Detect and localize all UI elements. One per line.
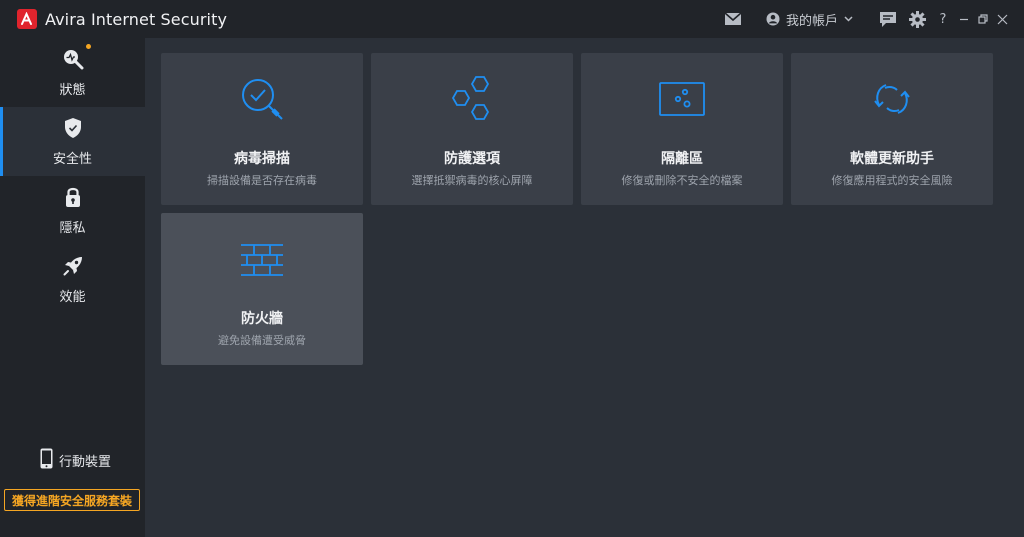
card-quarantine[interactable]: 隔離區 修復或刪除不安全的檔案 [581,53,783,205]
status-icon [62,48,84,70]
firewall-icon [161,235,363,283]
card-title: 防火牆 [241,311,283,327]
account-icon [766,12,780,26]
sidebar-item-security[interactable]: 安全性 [0,107,145,176]
sidebar-item-privacy[interactable]: 隱私 [0,176,145,245]
sidebar-item-label: 隱私 [59,220,86,236]
app-title: Avira Internet Security [45,9,228,29]
rocket-icon [62,255,84,277]
mobile-label: 行動裝置 [59,455,112,470]
sidebar-item-performance[interactable]: 效能 [0,245,145,314]
shield-icon [62,117,84,139]
account-menu[interactable]: 我的帳戶 [766,10,853,29]
card-description: 修復或刪除不安全的檔案 [621,174,743,187]
restore-icon[interactable] [978,14,988,24]
quarantine-icon [581,75,783,123]
card-software-updater[interactable]: 軟體更新助手 修復應用程式的安全風險 [791,53,993,205]
sidebar: 狀態 安全性 隱私 效能 行動裝置 獲得進階安全服務套裝 [0,38,145,537]
title-bar: Avira Internet Security 我的帳戶 ? [0,0,1024,38]
card-description: 掃描設備是否存在病毒 [207,174,317,187]
card-title: 軟體更新助手 [850,151,934,167]
scan-icon [161,75,363,123]
chevron-down-icon [844,14,853,25]
update-icon [791,75,993,123]
sidebar-item-label: 效能 [59,289,86,305]
hexagon-icon [371,75,573,123]
card-firewall[interactable]: 防火牆 避免設備遭受威脅 [161,213,363,365]
feedback-icon[interactable] [879,11,897,28]
mail-icon[interactable] [724,12,742,26]
card-description: 修復應用程式的安全風險 [831,174,953,187]
card-description: 避免設備遭受威脅 [218,334,306,347]
account-label: 我的帳戶 [785,13,838,29]
phone-icon [40,448,53,473]
avira-logo-icon [17,9,37,29]
lock-icon [62,186,84,208]
card-protection-options[interactable]: 防護選項 選擇抵禦病毒的核心屏障 [371,53,573,205]
notification-dot [86,44,91,49]
help-icon[interactable]: ? [938,12,948,27]
sidebar-item-label: 狀態 [59,82,86,98]
card-description: 選擇抵禦病毒的核心屏障 [411,174,533,187]
sidebar-item-status[interactable]: 狀態 [0,38,145,107]
gear-icon[interactable] [909,10,926,28]
mobile-devices-link[interactable]: 行動裝置 [40,448,111,473]
card-title: 隔離區 [661,151,703,167]
card-virus-scan[interactable]: 病毒掃描 掃描設備是否存在病毒 [161,53,363,205]
close-icon[interactable] [997,14,1008,25]
card-title: 防護選項 [444,151,500,167]
sidebar-item-label: 安全性 [52,151,92,167]
card-title: 病毒掃描 [234,151,290,167]
minimize-icon[interactable] [959,14,969,24]
upgrade-button[interactable]: 獲得進階安全服務套裝 [4,489,140,511]
